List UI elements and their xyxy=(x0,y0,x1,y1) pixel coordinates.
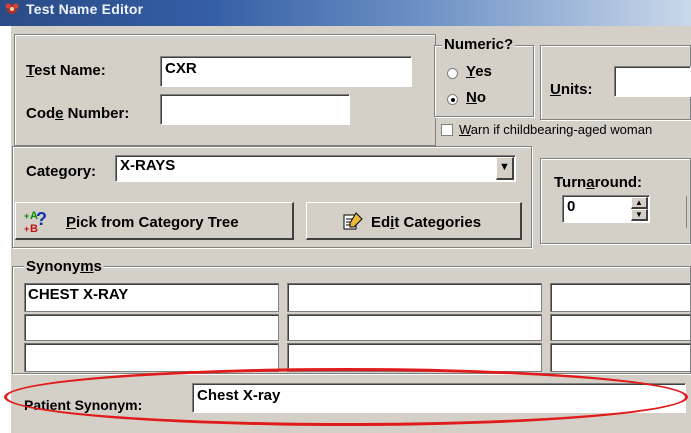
synonym-cell-7[interactable] xyxy=(24,343,279,372)
category-label: Category: xyxy=(26,163,97,180)
test-name-label: Test Name: xyxy=(26,62,106,79)
question-mark-icon: ? xyxy=(36,209,47,229)
units-input[interactable] xyxy=(614,66,691,97)
numeric-yes-label[interactable]: Yes xyxy=(466,63,492,80)
category-dropdown-button[interactable]: ▼ xyxy=(496,157,514,180)
synonym-cell-3[interactable] xyxy=(550,283,691,312)
chevron-down-icon: ▼ xyxy=(499,161,510,173)
highlight-ellipse xyxy=(4,368,688,426)
numeric-group-title: Numeric? xyxy=(442,36,516,53)
turnaround-increment-button[interactable]: ▲ xyxy=(631,197,648,209)
code-number-input[interactable] xyxy=(160,94,350,125)
synonym-cell-2[interactable] xyxy=(287,283,542,312)
synonym-cell-6[interactable] xyxy=(550,314,691,341)
test-identity-box xyxy=(14,34,436,146)
numeric-no-label[interactable]: No xyxy=(466,89,486,106)
units-label: Units: xyxy=(550,81,593,98)
turnaround-side-field-edge xyxy=(686,196,691,228)
window-title: Test Name Editor xyxy=(26,1,144,17)
arrow-up-icon: ▲ xyxy=(635,198,643,207)
warn-checkbox[interactable] xyxy=(441,124,453,136)
synonym-cell-4[interactable] xyxy=(24,314,279,341)
edit-categories-button[interactable]: Edit Categories xyxy=(306,202,522,240)
arrow-down-icon: ▼ xyxy=(635,210,643,219)
category-select-value: X-RAYS xyxy=(120,157,176,174)
svg-text:+: + xyxy=(24,211,29,221)
code-number-label: Code Number: xyxy=(26,105,130,122)
numeric-yes-radio[interactable] xyxy=(447,68,458,79)
synonym-cell-9[interactable] xyxy=(550,343,691,372)
turnaround-decrement-button[interactable]: ▼ xyxy=(631,209,648,221)
category-select[interactable]: X-RAYS xyxy=(115,155,516,182)
pick-from-category-tree-label: Pick from Category Tree xyxy=(66,214,239,231)
test-name-input[interactable]: CXR xyxy=(160,56,412,87)
synonym-cell-5[interactable] xyxy=(287,314,542,341)
title-bar[interactable]: Test Name Editor xyxy=(0,0,691,26)
warn-label[interactable]: Warn if childbearing-aged woman xyxy=(459,122,652,137)
numeric-group xyxy=(434,45,534,117)
numeric-no-radio[interactable] xyxy=(447,94,458,105)
edit-categories-label: Edit Categories xyxy=(371,214,482,231)
synonyms-title: Synonyms xyxy=(24,258,104,275)
app-icon xyxy=(5,3,19,14)
synonym-cell-1[interactable]: CHEST X-RAY xyxy=(24,283,279,312)
pick-from-category-tree-button[interactable]: + A + B ? Pick from Category Tree xyxy=(15,202,294,240)
edit-document-icon xyxy=(343,212,363,230)
svg-text:+: + xyxy=(24,224,29,234)
turnaround-label: Turnaround: xyxy=(554,174,643,191)
